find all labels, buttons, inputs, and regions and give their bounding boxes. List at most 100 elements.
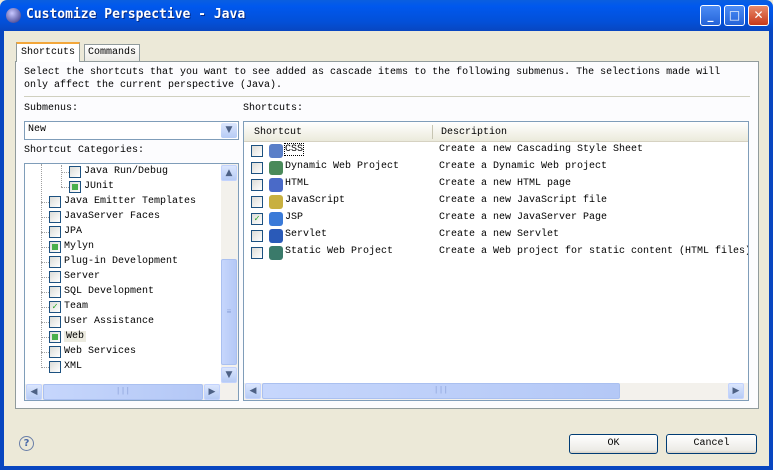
tree-item-checkbox[interactable] [49, 361, 61, 373]
scroll-up-icon[interactable]: ▲ [221, 165, 237, 181]
tree-item-checkbox[interactable] [49, 331, 61, 343]
shortcut-description: Create a new JavaScript file [439, 195, 608, 206]
tree-item-checkbox[interactable]: ✓ [49, 301, 61, 313]
shortcut-description: Create a new JavaServer Page [439, 212, 608, 223]
shortcut-description: Create a Web project for static content … [439, 246, 749, 257]
tree-item[interactable]: Web [25, 330, 221, 345]
cancel-button[interactable]: Cancel [666, 434, 757, 454]
tree-item[interactable]: Java Run/Debug [25, 165, 221, 180]
tree-item-label: Team [64, 301, 89, 312]
tree-item-label: JPA [64, 226, 83, 237]
shortcuts-label: Shortcuts: [243, 103, 304, 114]
tree-item[interactable]: JavaServer Faces [25, 210, 221, 225]
tree-item-label: Web Services [64, 346, 137, 357]
shortcut-checkbox[interactable] [251, 247, 263, 259]
column-description[interactable]: Description [441, 127, 507, 138]
minimize-button[interactable]: _ [700, 5, 721, 26]
scroll-left-icon[interactable]: ◀ [245, 383, 261, 399]
table-row[interactable]: HTML Create a new HTML page [244, 176, 748, 193]
tree-item[interactable]: JPA [25, 225, 221, 240]
shortcut-checkbox[interactable]: ✓ [251, 213, 263, 225]
maximize-button[interactable]: □ [724, 5, 745, 26]
scroll-right-icon[interactable]: ▶ [728, 383, 744, 399]
submenus-label: Submenus: [24, 103, 79, 114]
tree-item[interactable]: Java Emitter Templates [25, 195, 221, 210]
eclipse-icon [6, 8, 21, 23]
tree-item-checkbox[interactable] [49, 286, 61, 298]
tree-item-checkbox[interactable] [69, 166, 81, 178]
shortcuts-table: Shortcut Description CSS Create a new Ca… [243, 121, 749, 401]
shortcut-name: CSS [283, 143, 305, 156]
scroll-thumb[interactable]: ||| [262, 383, 620, 399]
table-row[interactable]: Servlet Create a new Servlet [244, 227, 748, 244]
shortcut-name: HTML [285, 178, 310, 189]
scroll-left-icon[interactable]: ◀ [26, 384, 42, 400]
tree-item-checkbox[interactable] [49, 241, 61, 253]
tree-item-checkbox[interactable] [49, 316, 61, 328]
table-row[interactable]: CSS Create a new Cascading Style Sheet [244, 142, 748, 159]
tree-item-label: SQL Development [64, 286, 155, 297]
shortcut-checkbox[interactable] [251, 179, 263, 191]
table-row[interactable]: ✓ JSP Create a new JavaServer Page [244, 210, 748, 227]
close-button[interactable]: ✕ [748, 5, 769, 26]
table-row[interactable]: Static Web Project Create a Web project … [244, 244, 748, 261]
tree-item[interactable]: Server [25, 270, 221, 285]
tree-item-checkbox[interactable] [49, 271, 61, 283]
tree-item-label: Plug-in Development [64, 256, 179, 267]
table-horizontal-scrollbar[interactable]: ◀ ||| ▶ [244, 383, 748, 400]
css-file-icon [269, 144, 283, 158]
shortcut-checkbox[interactable] [251, 230, 263, 242]
tree-item-label: Java Emitter Templates [64, 196, 197, 207]
tree-item[interactable]: XML [25, 360, 221, 375]
scroll-thumb[interactable]: ||| [43, 384, 203, 400]
tree-item[interactable]: JUnit [25, 180, 221, 195]
shortcut-description: Create a Dynamic Web project [439, 161, 608, 172]
javascript-file-icon [269, 195, 283, 209]
chevron-down-icon[interactable]: ▼ [221, 123, 237, 138]
separator [24, 96, 750, 97]
tree-item-checkbox[interactable] [69, 181, 81, 193]
ok-button[interactable]: OK [569, 434, 658, 454]
tree-item-checkbox[interactable] [49, 196, 61, 208]
tree-item[interactable]: ✓ Team [25, 300, 221, 315]
tab-shortcuts[interactable]: Shortcuts [16, 42, 81, 62]
shortcut-checkbox[interactable] [251, 196, 263, 208]
shortcut-name: Static Web Project [285, 246, 394, 257]
tree-item[interactable]: User Assistance [25, 315, 221, 330]
table-row[interactable]: Dynamic Web Project Create a Dynamic Web… [244, 159, 748, 176]
scroll-down-icon[interactable]: ▼ [221, 367, 237, 383]
tree-item[interactable]: Plug-in Development [25, 255, 221, 270]
help-icon[interactable]: ? [19, 436, 34, 451]
tree-item-label: Web [64, 331, 87, 342]
tree-item-label: Server [64, 271, 101, 282]
tree-item-label: JavaServer Faces [64, 211, 161, 222]
tree-item-label: Mylyn [64, 241, 95, 252]
shortcut-checkbox[interactable] [251, 145, 263, 157]
static-web-project-icon [269, 246, 283, 260]
tree-item-label: XML [64, 361, 83, 372]
scroll-right-icon[interactable]: ▶ [204, 384, 220, 400]
tree-item[interactable]: Mylyn [25, 240, 221, 255]
tree-item-checkbox[interactable] [49, 256, 61, 268]
column-shortcut[interactable]: Shortcut [254, 127, 302, 138]
tree-item-checkbox[interactable] [49, 211, 61, 223]
shortcut-name: Dynamic Web Project [285, 161, 400, 172]
categories-label: Shortcut Categories: [24, 145, 145, 156]
shortcut-description: Create a new Servlet [439, 229, 560, 240]
shortcut-name: JavaScript [285, 195, 346, 206]
shortcut-name: JSP [285, 212, 304, 223]
submenus-dropdown[interactable]: New ▼ [24, 121, 239, 140]
scroll-thumb[interactable]: ≡ [221, 259, 237, 365]
tree-vertical-scrollbar[interactable]: ▲ ≡ ▼ [221, 164, 238, 384]
table-row[interactable]: JavaScript Create a new JavaScript file [244, 193, 748, 210]
tab-commands[interactable]: Commands [84, 44, 141, 61]
description-line-2: only affect the current perspective (Jav… [24, 80, 283, 91]
description-line-1: Select the shortcuts that you want to se… [24, 67, 721, 78]
shortcut-description: Create a new HTML page [439, 178, 572, 189]
tree-item[interactable]: SQL Development [25, 285, 221, 300]
tree-item[interactable]: Web Services [25, 345, 221, 360]
shortcut-checkbox[interactable] [251, 162, 263, 174]
tree-item-checkbox[interactable] [49, 226, 61, 238]
tree-item-checkbox[interactable] [49, 346, 61, 358]
tree-horizontal-scrollbar[interactable]: ◀ ||| ▶ [25, 384, 238, 400]
